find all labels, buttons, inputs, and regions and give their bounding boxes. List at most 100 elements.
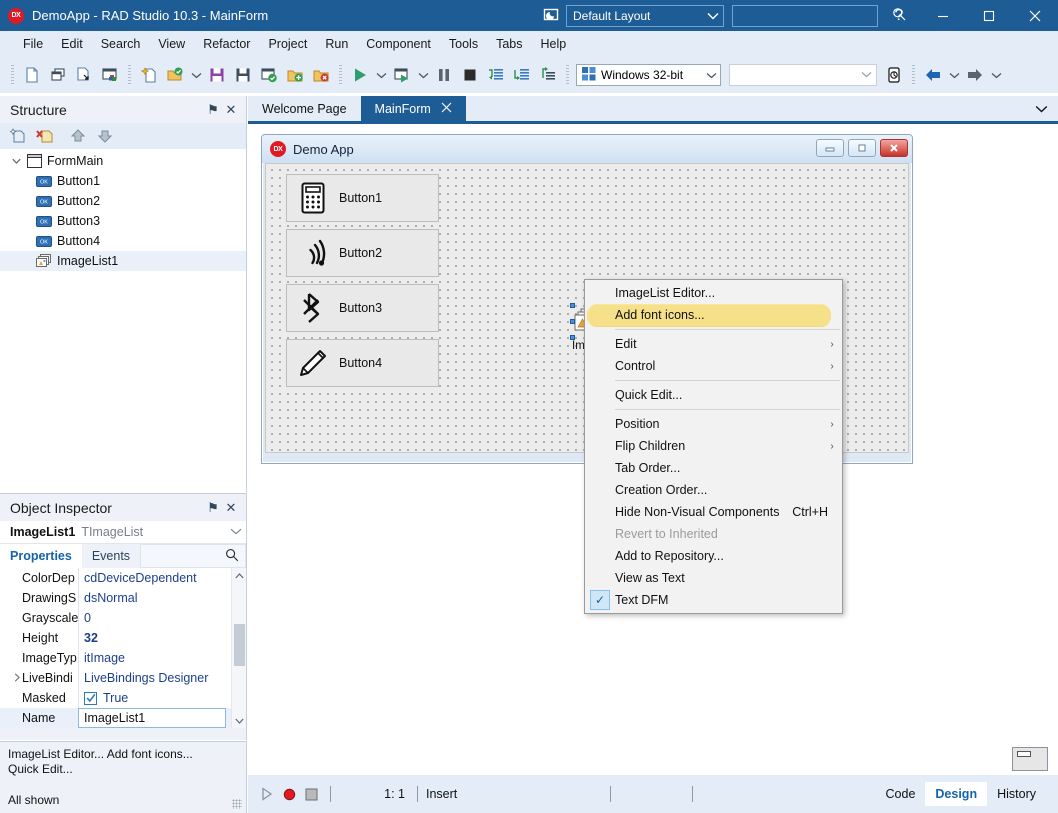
view-tab-history[interactable]: History: [987, 782, 1046, 806]
menu-file[interactable]: File: [14, 34, 52, 54]
desktop-layout-icon[interactable]: [540, 6, 562, 26]
tree-item-button4[interactable]: OK Button4: [0, 231, 246, 251]
chevron-down-icon[interactable]: [230, 527, 242, 538]
handle-sw[interactable]: [570, 335, 575, 340]
scrollbar-thumb[interactable]: [234, 624, 245, 666]
property-row[interactable]: Masked True: [0, 688, 246, 708]
layout-combo[interactable]: Default Layout: [566, 4, 724, 27]
menu-tools[interactable]: Tools: [440, 34, 487, 54]
menu-item-control[interactable]: Control ›: [585, 355, 842, 377]
build-config-combo[interactable]: [729, 64, 877, 86]
trace-into-icon[interactable]: [509, 62, 535, 88]
resize-grip[interactable]: [232, 799, 242, 809]
menu-item-quick-edit[interactable]: Quick Edit...: [585, 384, 842, 406]
close-button[interactable]: [1012, 0, 1058, 31]
new-item-icon[interactable]: [6, 125, 30, 147]
menu-item-add-font-icons[interactable]: Add font icons...: [585, 304, 842, 326]
tab-welcome-page[interactable]: Welcome Page: [248, 96, 361, 121]
form-thumbnail-button[interactable]: [1012, 747, 1048, 771]
scroll-down-icon[interactable]: [232, 713, 246, 728]
mobile-device-icon[interactable]: [881, 62, 907, 88]
target-platform-combo[interactable]: Windows 32-bit: [576, 64, 721, 86]
property-value-checkbox[interactable]: True: [78, 688, 246, 708]
run-status-icon[interactable]: [256, 775, 278, 813]
tab-close-icon[interactable]: [441, 102, 452, 116]
back-history-chevron-icon[interactable]: [946, 62, 962, 88]
close-icon[interactable]: ✕: [222, 101, 240, 119]
delete-item-icon[interactable]: [33, 125, 57, 147]
new-file-icon[interactable]: [19, 62, 45, 88]
menu-item-imagelist-editor[interactable]: ImageList Editor...: [585, 282, 842, 304]
breakpoint-status-icon[interactable]: [278, 775, 300, 813]
new-project-icon[interactable]: [136, 62, 162, 88]
handle-nw[interactable]: [570, 303, 575, 308]
step-over-icon[interactable]: [483, 62, 509, 88]
menu-edit[interactable]: Edit: [52, 34, 92, 54]
tab-overflow-chevron-icon[interactable]: [1024, 96, 1058, 121]
chevron-down-icon[interactable]: [8, 158, 24, 165]
menu-item-creation-order[interactable]: Creation Order...: [585, 479, 842, 501]
save-all-icon[interactable]: [230, 62, 256, 88]
open-project-chevron-icon[interactable]: [188, 62, 204, 88]
menu-item-text-dfm[interactable]: ✓ Text DFM: [585, 589, 842, 611]
checkbox-icon[interactable]: [84, 691, 97, 705]
property-search-box[interactable]: [140, 544, 246, 568]
tree-item-button1[interactable]: OK Button1: [0, 171, 246, 191]
property-value[interactable]: LiveBindings Designer: [78, 668, 246, 688]
add-to-project-icon[interactable]: [282, 62, 308, 88]
expand-chevron-icon[interactable]: [14, 672, 21, 684]
menu-item-view-as-text[interactable]: View as Text: [585, 567, 842, 589]
menu-refactor[interactable]: Refactor: [194, 34, 259, 54]
object-selector-combo[interactable]: ImageList1 TImageList: [0, 521, 246, 544]
menu-item-edit[interactable]: Edit ›: [585, 333, 842, 355]
run-icon[interactable]: [347, 62, 373, 88]
run-without-debugging-icon[interactable]: [389, 62, 415, 88]
property-row[interactable]: DrawingS dsNormal: [0, 588, 246, 608]
menu-project[interactable]: Project: [259, 34, 316, 54]
property-row[interactable]: ImageTyp itImage: [0, 648, 246, 668]
run-params-chevron-icon[interactable]: [415, 62, 431, 88]
property-row[interactable]: Name ImageList1: [0, 708, 246, 728]
property-value-input[interactable]: ImageList1: [78, 708, 226, 728]
property-value[interactable]: cdDeviceDependent: [78, 568, 246, 588]
design-button-4[interactable]: Button4: [286, 339, 439, 387]
open-project-icon[interactable]: [162, 62, 188, 88]
property-grid[interactable]: ColorDep cdDeviceDependent DrawingS dsNo…: [0, 568, 246, 728]
menu-search[interactable]: Search: [92, 34, 150, 54]
run-to-cursor-icon[interactable]: [535, 62, 561, 88]
run-chevron-icon[interactable]: [373, 62, 389, 88]
tree-item-imagelist1[interactable]: ImageList1: [0, 251, 246, 271]
menu-tabs[interactable]: Tabs: [487, 34, 531, 54]
menu-component[interactable]: Component: [357, 34, 440, 54]
menu-item-flip-children[interactable]: Flip Children ›: [585, 435, 842, 457]
tab-properties[interactable]: Properties: [0, 544, 82, 568]
view-tab-design[interactable]: Design: [925, 782, 988, 806]
property-row[interactable]: Grayscale 0: [0, 608, 246, 628]
close-icon[interactable]: ✕: [222, 499, 240, 517]
design-button-2[interactable]: Button2: [286, 229, 439, 277]
forward-history-chevron-icon[interactable]: [988, 62, 1004, 88]
stop-status-icon[interactable]: [300, 775, 322, 813]
new-vcl-form-icon[interactable]: [97, 62, 123, 88]
design-button-1[interactable]: Button1: [286, 174, 439, 222]
handle-w[interactable]: [570, 319, 575, 324]
stop-icon[interactable]: [457, 62, 483, 88]
property-value[interactable]: dsNormal: [78, 588, 246, 608]
minimize-button[interactable]: [920, 0, 966, 31]
designer-context-menu[interactable]: ImageList Editor... Add font icons... Ed…: [584, 279, 843, 614]
menu-item-add-to-repository[interactable]: Add to Repository...: [585, 545, 842, 567]
menu-item-position[interactable]: Position ›: [585, 413, 842, 435]
move-down-icon[interactable]: [93, 125, 117, 147]
property-value[interactable]: itImage: [78, 648, 246, 668]
tab-mainform[interactable]: MainForm: [360, 96, 466, 121]
pin-icon[interactable]: ⚑: [204, 499, 222, 517]
ide-search-input[interactable]: [737, 8, 892, 23]
tree-item-button3[interactable]: OK Button3: [0, 211, 246, 231]
maximize-button[interactable]: [966, 0, 1012, 31]
property-row[interactable]: Height 32: [0, 628, 246, 648]
pause-icon[interactable]: [431, 62, 457, 88]
move-up-icon[interactable]: [66, 125, 90, 147]
property-value[interactable]: 0: [78, 608, 246, 628]
tree-item-button2[interactable]: OK Button2: [0, 191, 246, 211]
remove-from-project-icon[interactable]: [308, 62, 334, 88]
